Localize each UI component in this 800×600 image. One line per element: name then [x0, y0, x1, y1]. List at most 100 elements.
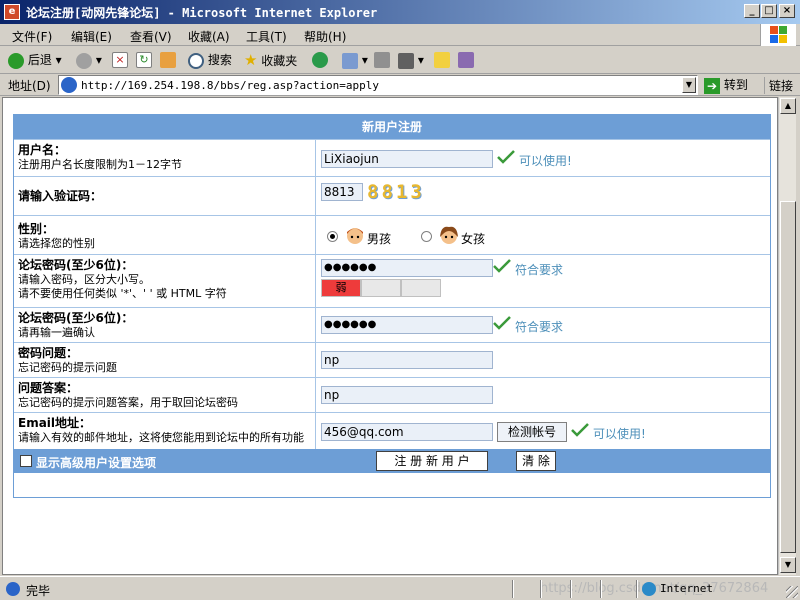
- search-icon: [188, 52, 204, 69]
- captcha-image: 8813: [367, 181, 425, 203]
- scroll-down-icon[interactable]: ▼: [780, 557, 796, 573]
- username-desc: 注册用户名长度限制为1－12字节: [18, 158, 182, 171]
- username-status: 可以使用!: [519, 154, 572, 168]
- question-label: 密码问题：: [18, 346, 79, 360]
- ie-page-icon: e: [4, 4, 20, 20]
- answer-label: 问题答案：: [18, 381, 79, 395]
- password-label: 论坛密码(至少6位)：: [18, 258, 134, 272]
- address-url: http://169.254.198.8/bbs/reg.asp?action=…: [81, 79, 380, 92]
- menu-favorites[interactable]: 收藏(A): [188, 28, 230, 45]
- gender-desc: 请选择您的性别: [18, 237, 95, 250]
- advanced-options-label: 显示高级用户设置选项: [36, 456, 157, 470]
- links-button[interactable]: 链接: [764, 77, 793, 94]
- username-input[interactable]: LiXiaojun: [321, 150, 493, 168]
- check-account-button[interactable]: 检测帐号: [497, 422, 567, 442]
- print-icon[interactable]: [374, 52, 390, 68]
- address-input[interactable]: http://169.254.198.8/bbs/reg.asp?action=…: [58, 75, 698, 95]
- back-arrow-icon: [8, 52, 24, 69]
- question-desc: 忘记密码的提示问题: [18, 361, 117, 374]
- page-done-icon: [6, 582, 20, 596]
- password-input[interactable]: ●●●●●●: [321, 259, 493, 277]
- gender-male-label: 男孩: [367, 232, 392, 246]
- strength-weak: 弱: [321, 279, 361, 297]
- form-title: 新用户注册: [14, 115, 770, 139]
- check-icon: [493, 259, 511, 273]
- row-answer: 问题答案： 忘记密码的提示问题答案，用于取回论坛密码 np: [14, 377, 770, 412]
- row-question: 密码问题： 忘记密码的提示问题 np: [14, 342, 770, 377]
- address-dropdown-icon[interactable]: ▼: [682, 77, 696, 93]
- menu-bar: 文件(F) 编辑(E) 查看(V) 收藏(A) 工具(T) 帮助(H): [0, 24, 800, 46]
- status-bar: 完毕 https://blog.csdn.net/qq_37672864 Int…: [0, 576, 800, 600]
- password-desc-2: 请不要使用任何类似 '*'、' ' 或 HTML 字符: [18, 287, 227, 300]
- mail-button[interactable]: ▾: [342, 51, 368, 69]
- menu-tools[interactable]: 工具(T): [246, 28, 287, 45]
- username-label: 用户名：: [18, 143, 67, 157]
- row-gender: 性别： 请选择您的性别 男孩 女孩: [14, 215, 770, 254]
- maximize-button[interactable]: □: [761, 4, 777, 18]
- reset-button[interactable]: 清 除: [516, 451, 556, 471]
- go-arrow-icon: ➔: [704, 77, 720, 94]
- discuss-icon[interactable]: [434, 52, 450, 68]
- title-bar: e 论坛注册[动网先锋论坛] - Microsoft Internet Expl…: [0, 0, 800, 24]
- menu-view[interactable]: 查看(V): [130, 28, 172, 45]
- row-captcha: 请输入验证码： 8813 8813: [14, 176, 770, 215]
- close-button[interactable]: ×: [779, 4, 795, 18]
- page-icon: [61, 77, 77, 93]
- forward-button[interactable]: ▾: [76, 51, 102, 69]
- register-submit-button[interactable]: 注 册 新 用 户: [376, 451, 488, 471]
- home-icon[interactable]: [160, 52, 176, 68]
- vertical-scrollbar[interactable]: ▲ ▼: [778, 97, 796, 575]
- minimize-button[interactable]: _: [744, 4, 760, 18]
- email-input[interactable]: 456@qq.com: [321, 423, 493, 441]
- scroll-up-icon[interactable]: ▲: [780, 98, 796, 114]
- gender-female-radio[interactable]: [421, 231, 432, 242]
- password-confirm-desc: 请再输一遍确认: [18, 326, 95, 339]
- history-icon[interactable]: [312, 52, 328, 68]
- window-title: 论坛注册[动网先锋论坛] - Microsoft Internet Explor…: [26, 6, 378, 20]
- form-footer: 显示高级用户设置选项 注 册 新 用 户 清 除: [14, 449, 770, 473]
- gender-female-label: 女孩: [461, 232, 486, 246]
- check-icon: [571, 423, 589, 437]
- answer-desc: 忘记密码的提示问题答案，用于取回论坛密码: [18, 396, 238, 409]
- security-zone: Internet: [660, 582, 713, 595]
- edit-button[interactable]: ▾: [398, 51, 424, 69]
- internet-zone-icon: [642, 582, 656, 596]
- stop-icon[interactable]: ×: [112, 52, 128, 68]
- captcha-label: 请输入验证码：: [18, 189, 103, 203]
- check-icon: [493, 316, 511, 330]
- password-confirm-label: 论坛密码(至少6位)：: [18, 311, 134, 325]
- favorites-button[interactable]: ★ 收藏夹: [244, 51, 297, 69]
- gender-male-radio[interactable]: [327, 231, 338, 242]
- scroll-thumb[interactable]: [780, 201, 796, 553]
- windows-logo-icon: [760, 24, 796, 46]
- check-icon: [497, 150, 515, 164]
- search-button[interactable]: 搜索: [188, 51, 232, 69]
- question-input[interactable]: np: [321, 351, 493, 369]
- captcha-input[interactable]: 8813: [321, 183, 363, 201]
- strength-medium: [361, 279, 401, 297]
- email-status: 可以使用!: [593, 427, 646, 441]
- menu-edit[interactable]: 编辑(E): [71, 28, 112, 45]
- address-bar: 地址(D) http://169.254.198.8/bbs/reg.asp?a…: [0, 74, 800, 96]
- messenger-icon[interactable]: [458, 52, 474, 68]
- password-desc-1: 请输入密码，区分大小写。: [18, 273, 150, 286]
- edit-icon: [398, 52, 414, 69]
- resize-grip[interactable]: [786, 586, 798, 598]
- forward-arrow-icon: [76, 52, 92, 69]
- answer-input[interactable]: np: [321, 386, 493, 404]
- password-confirm-input[interactable]: ●●●●●●: [321, 316, 493, 334]
- menu-help[interactable]: 帮助(H): [304, 28, 346, 45]
- row-username: 用户名： 注册用户名长度限制为1－12字节 LiXiaojun 可以使用!: [14, 139, 770, 176]
- back-button[interactable]: 后退 ▾: [8, 51, 62, 69]
- row-password: 论坛密码(至少6位)： 请输入密码，区分大小写。 请不要使用任何类似 '*'、'…: [14, 254, 770, 307]
- star-icon: ★: [244, 51, 258, 69]
- advanced-options-checkbox[interactable]: [20, 455, 32, 467]
- refresh-icon[interactable]: ↻: [136, 52, 152, 68]
- status-text: 完毕: [26, 584, 51, 598]
- toolbar: 后退 ▾ ▾ × ↻ 搜索 ★ 收藏夹 ▾ ▾: [0, 46, 800, 74]
- row-password-confirm: 论坛密码(至少6位)： 请再输一遍确认 ●●●●●● 符合要求: [14, 307, 770, 342]
- address-label: 地址(D): [8, 79, 51, 93]
- email-desc: 请输入有效的邮件地址，这将使您能用到论坛中的所有功能: [18, 431, 304, 444]
- go-button[interactable]: ➔ 转到: [704, 76, 748, 94]
- menu-file[interactable]: 文件(F): [12, 28, 52, 45]
